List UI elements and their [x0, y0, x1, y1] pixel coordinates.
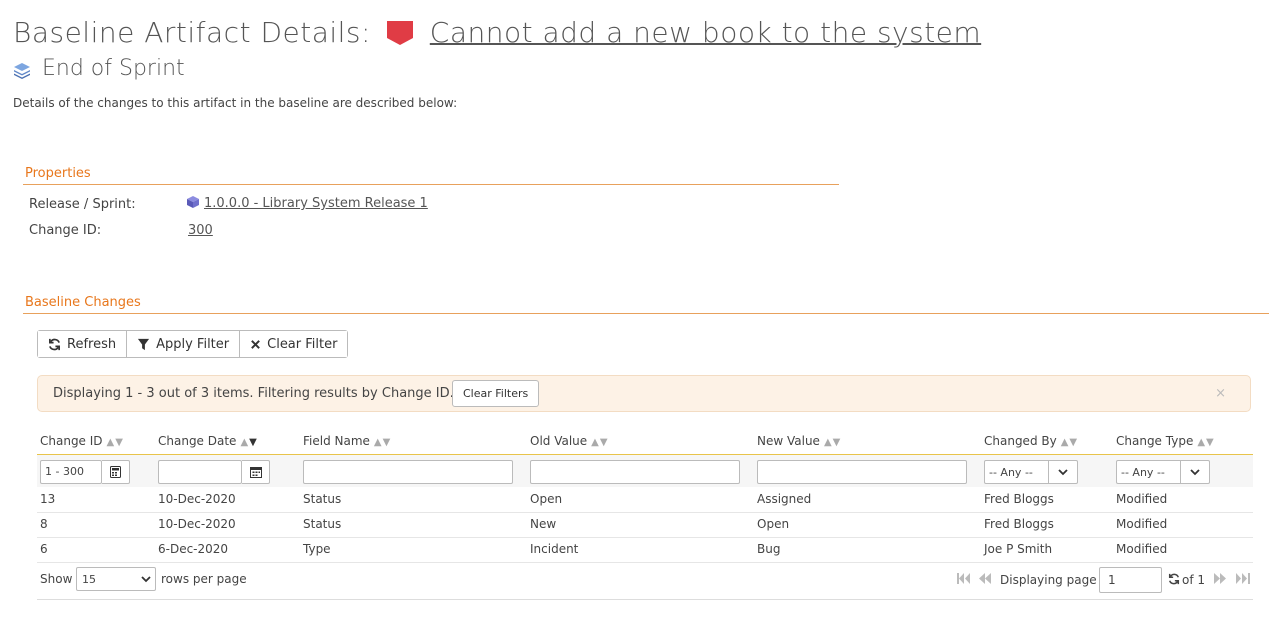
release-label: Release / Sprint: [29, 197, 136, 212]
sort-arrows-icon[interactable]: ▲▼ [374, 437, 391, 448]
filter-alert: Displaying 1 - 3 out of 3 items. Filteri… [37, 375, 1251, 412]
cell-change-type: Modified [1116, 517, 1168, 531]
cell-change-id: 8 [40, 517, 48, 531]
column-header-field-name[interactable]: Field Name ▲▼ [303, 434, 391, 448]
cell-old-value: Incident [530, 542, 579, 556]
page-description: Details of the changes to this artifact … [13, 96, 458, 110]
cell-changed-by: Joe P Smith [984, 542, 1053, 556]
cell-changed-by: Fred Bloggs [984, 492, 1054, 506]
refresh-icon [49, 338, 60, 350]
show-label: Show [40, 572, 73, 586]
cell-change-date: 10-Dec-2020 [158, 492, 236, 506]
refresh-icon[interactable] [1168, 573, 1180, 585]
column-header-new-value[interactable]: New Value ▲▼ [757, 434, 841, 448]
cell-change-type: Modified [1116, 542, 1168, 556]
cell-change-type: Modified [1116, 492, 1168, 506]
current-page-input[interactable]: 1 [1099, 567, 1162, 593]
baseline-name-text: End of Sprint [42, 56, 185, 81]
alert-close-icon[interactable]: × [1215, 386, 1226, 401]
layers-icon [14, 63, 30, 79]
page-count: of 1 [1168, 573, 1205, 587]
apply-filter-button-label: Apply Filter [156, 336, 230, 352]
release-value: 1.0.0.0 - Library System Release 1 [186, 195, 428, 211]
cell-changed-by: Fred Bloggs [984, 517, 1054, 531]
table-row: 13 10-Dec-2020 Status Open Assigned Fred… [37, 487, 1253, 513]
cell-field-name: Status [303, 492, 342, 506]
baseline-name: End of Sprint [13, 56, 185, 81]
change-date-calendar-button[interactable] [242, 460, 270, 484]
change-id-filter-calculator[interactable] [102, 460, 130, 484]
first-page-icon[interactable] [957, 573, 971, 587]
cell-field-name: Type [303, 542, 331, 556]
close-icon [251, 339, 261, 349]
release-cube-icon [187, 196, 199, 208]
last-page-icon[interactable] [1236, 573, 1250, 587]
filter-icon [138, 338, 150, 350]
properties-section-header: Properties [23, 166, 839, 185]
cell-field-name: Status [303, 517, 342, 531]
displaying-page-label: Displaying page [1000, 573, 1097, 587]
previous-page-icon[interactable] [979, 573, 992, 587]
calendar-icon [249, 467, 262, 478]
table-row: 6 6-Dec-2020 Type Incident Bug Joe P Smi… [37, 537, 1253, 563]
change-type-filter-select[interactable]: -- Any -- [1116, 460, 1210, 484]
field-name-filter-input[interactable] [303, 460, 513, 484]
title-prefix: Baseline Artifact Details: [13, 16, 371, 49]
cell-change-id: 6 [40, 542, 48, 556]
clear-filters-button[interactable]: Clear Filters [452, 380, 540, 407]
column-header-change-type[interactable]: Change Type ▲▼ [1116, 434, 1215, 448]
cell-change-date: 10-Dec-2020 [158, 517, 236, 531]
new-value-filter-input[interactable] [757, 460, 967, 484]
page-size-select[interactable]: 15 [76, 567, 156, 591]
change-id-filter-input[interactable]: 1 - 300 [40, 460, 102, 484]
sort-arrows-icon[interactable]: ▲▼ [107, 437, 124, 448]
table-row: 8 10-Dec-2020 Status New Open Fred Blogg… [37, 512, 1253, 538]
column-header-change-id[interactable]: Change ID ▲▼ [40, 434, 124, 448]
cell-new-value: Bug [757, 542, 781, 556]
cell-old-value: Open [530, 492, 563, 506]
cell-new-value: Open [757, 517, 790, 531]
cell-change-id: 13 [40, 492, 56, 506]
chevron-down-icon [1048, 461, 1077, 483]
refresh-button-label: Refresh [67, 336, 117, 352]
sort-arrows-icon[interactable]: ▲▼ [591, 437, 608, 448]
change-id-link[interactable]: 300 [188, 223, 213, 238]
release-link[interactable]: 1.0.0.0 - Library System Release 1 [204, 196, 428, 211]
filter-alert-message: Displaying 1 - 3 out of 3 items. Filteri… [53, 386, 454, 401]
sort-arrows-icon[interactable]: ▲▼ [1197, 437, 1214, 448]
changed-by-filter-select[interactable]: -- Any -- [984, 460, 1078, 484]
column-header-change-date[interactable]: Change Date ▲▼ [158, 434, 258, 448]
page-title: Baseline Artifact Details: Cannot add a … [13, 16, 981, 49]
change-id-value: 300 [188, 223, 213, 238]
old-value-filter-input[interactable] [530, 460, 740, 484]
chevron-down-icon [141, 572, 151, 589]
column-header-changed-by[interactable]: Changed By ▲▼ [984, 434, 1078, 448]
baseline-changes-section-header: Baseline Changes [23, 295, 1269, 314]
next-page-icon[interactable] [1214, 573, 1227, 587]
apply-filter-button[interactable]: Apply Filter [127, 331, 241, 357]
cell-new-value: Assigned [757, 492, 812, 506]
clear-filter-button[interactable]: Clear Filter [240, 331, 348, 357]
column-header-old-value[interactable]: Old Value ▲▼ [530, 434, 609, 448]
chevron-down-icon [1180, 461, 1209, 483]
filter-row: 1 - 300 -- Any -- -- Any -- [37, 454, 1253, 487]
refresh-button[interactable]: Refresh [38, 331, 128, 357]
change-id-label: Change ID: [29, 223, 102, 238]
sort-arrows-icon[interactable]: ▲▼ [824, 437, 841, 448]
artifact-name-link[interactable]: Cannot add a new book to the system [430, 16, 981, 49]
grid-toolbar: Refresh Apply Filter Clear Filter [37, 330, 349, 358]
cell-old-value: New [530, 517, 557, 531]
incident-badge-icon [387, 21, 414, 45]
cell-change-date: 6-Dec-2020 [158, 542, 229, 556]
grid-pager: Show 15 rows per page Displaying page 1 … [37, 565, 1253, 600]
change-date-filter-input[interactable] [158, 460, 242, 484]
sort-desc-icon[interactable]: ▲▼ [240, 437, 257, 448]
rows-per-page-label: rows per page [161, 572, 247, 586]
calculator-icon [110, 466, 121, 478]
clear-filter-button-label: Clear Filter [267, 336, 338, 352]
sort-arrows-icon[interactable]: ▲▼ [1061, 437, 1078, 448]
